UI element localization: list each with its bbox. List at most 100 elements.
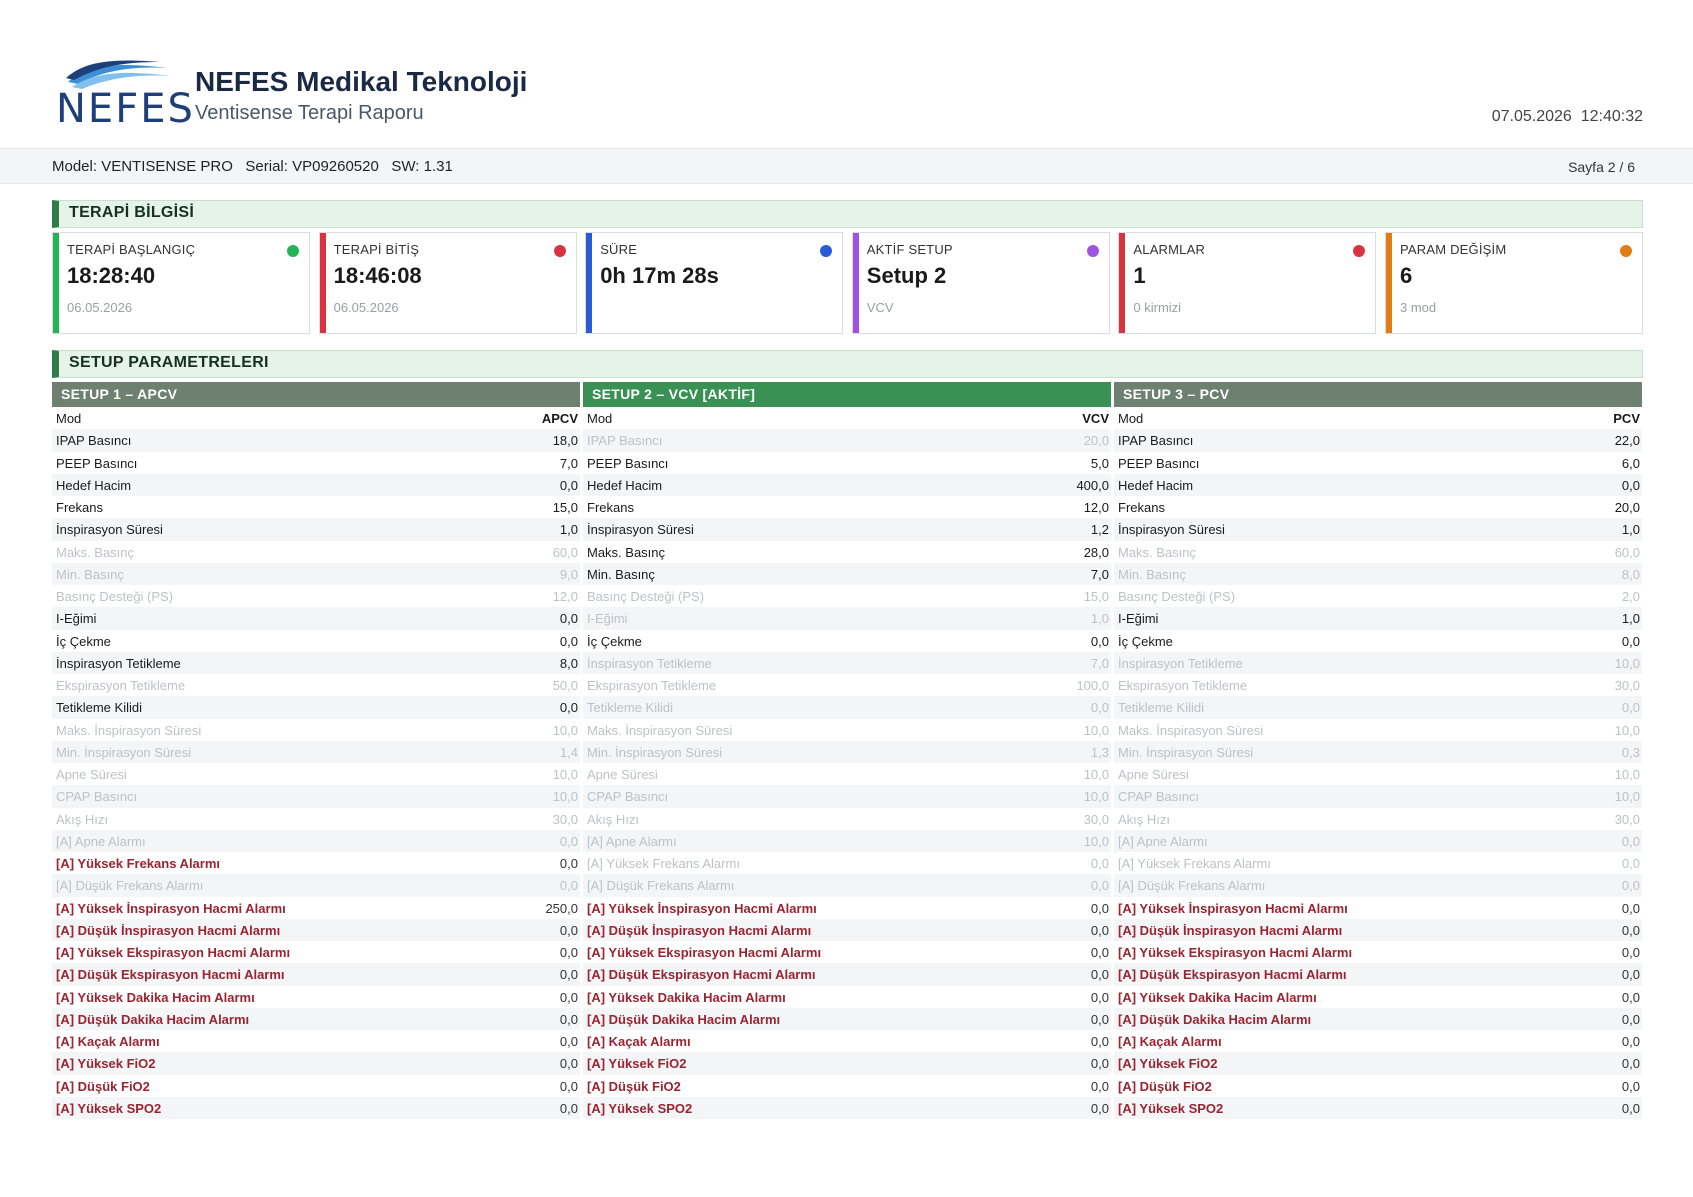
table-row: [A] Kaçak Alarmı 0,0: [1114, 1030, 1642, 1052]
param-name: Maks. Basınç: [1118, 544, 1197, 560]
table-row: [A] Yüksek Ekspirasyon Hacmi Alarmı 0,0: [583, 941, 1111, 963]
table-row: [A] Yüksek İnspirasyon Hacmi Alarmı 0,0: [1114, 897, 1642, 919]
param-value: 0,0: [559, 922, 578, 938]
table-row: [A] Düşük İnspirasyon Hacmi Alarmı 0,0: [52, 918, 580, 941]
param-value: 1,0: [559, 522, 578, 538]
table-row: [A] Yüksek Ekspirasyon Hacmi Alarmı 0,0: [1114, 941, 1642, 963]
param-value: 0,0: [1090, 633, 1109, 649]
table-row: Ekspirasyon Tetikleme 100,0: [583, 674, 1111, 696]
param-value: 0,0: [559, 1100, 578, 1116]
param-name: Min. Basınç: [587, 566, 655, 582]
table-row: [A] Yüksek FiO2 0,0: [583, 1052, 1111, 1075]
param-name: Tetikleme Kilidi: [56, 700, 142, 716]
param-value: 0,0: [559, 633, 578, 649]
param-value: 0,0: [1090, 1011, 1109, 1027]
device-info-bar: Model: VENTISENSE PRO Serial: VP09260520…: [0, 148, 1693, 184]
logo-wordmark: NEFES: [56, 86, 195, 132]
param-name: Mod: [587, 411, 613, 426]
param-value: 0,0: [559, 700, 578, 716]
page-number: Sayfa 2 / 6: [1568, 159, 1635, 175]
table-row: [A] Düşük Frekans Alarmı 0,0: [52, 874, 580, 897]
table-row: [A] Yüksek Dakika Hacim Alarmı 0,0: [1114, 986, 1642, 1008]
device-model: Model: VENTISENSE PRO: [52, 158, 233, 175]
card-sub: VCV: [866, 300, 894, 315]
param-value: 2,0: [1621, 589, 1640, 604]
param-name: IPAP Basıncı: [56, 433, 132, 449]
param-name: [A] Yüksek İnspirasyon Hacmi Alarmı: [1118, 900, 1348, 916]
device-info: Model: VENTISENSE PRO Serial: VP09260520…: [52, 158, 453, 175]
card-label: AKTİF SETUP: [866, 242, 953, 257]
param-name: [A] Yüksek FiO2: [56, 1056, 156, 1072]
table-row: [A] Yüksek Dakika Hacim Alarmı 0,0: [583, 986, 1111, 1008]
status-dot-icon: [1620, 245, 1632, 257]
setup-table: SETUP 1 – APCV Mod APCV IPAP Basıncı 18,0 PEE…: [52, 382, 580, 1119]
card-value: 0h 17m 28s: [600, 263, 719, 288]
table-row: Min. Basınç 8,0: [1114, 562, 1642, 585]
param-value: 1,0: [1621, 522, 1640, 538]
param-value: 12,0: [1083, 500, 1109, 515]
param-name: [A] Yüksek Frekans Alarmı: [1118, 856, 1271, 871]
param-value: 30,0: [1083, 811, 1109, 827]
setup-table: SETUP 3 – PCV Mod PCV IPAP Basıncı 22,0 PEEP …: [1114, 382, 1642, 1119]
table-row: [A] Düşük Frekans Alarmı 0,0: [1114, 874, 1642, 897]
param-name: [A] Yüksek Dakika Hacim Alarmı: [587, 989, 786, 1005]
param-value: 10,0: [1083, 833, 1109, 849]
table-row: [A] Düşük Dakika Hacim Alarmı 0,0: [52, 1007, 580, 1030]
param-value: 0,0: [559, 477, 578, 493]
param-name: [A] Düşük FiO2: [587, 1078, 681, 1094]
param-name: I-Eğimi: [587, 611, 628, 627]
param-name: Maks. İnspirasyon Süresi: [1118, 722, 1264, 738]
param-name: Frekans: [587, 500, 634, 515]
stat-card: AKTİF SETUP Setup 2 VCV: [851, 232, 1110, 334]
param-name: Basınç Desteği (PS): [1118, 589, 1236, 604]
table-row: [A] Düşük İnspirasyon Hacmi Alarmı 0,0: [1114, 918, 1642, 941]
table-row: PEEP Basıncı 5,0: [583, 452, 1111, 474]
param-name: [A] Düşük Ekspirasyon Hacmi Alarmı: [1118, 967, 1347, 983]
table-row: [A] Yüksek SPO2 0,0: [1114, 1096, 1642, 1119]
report-title: Ventisense Terapi Raporu: [195, 102, 424, 124]
param-name: Maks. İnspirasyon Süresi: [587, 722, 733, 738]
param-value: 5,0: [1090, 455, 1109, 471]
param-name: Mod: [56, 411, 82, 426]
status-dot-icon: [1086, 245, 1099, 257]
param-name: [A] Düşük İnspirasyon Hacmi Alarmı: [1118, 922, 1343, 938]
table-row: I-Eğimi 1,0: [1114, 607, 1642, 630]
param-value: 250,0: [545, 900, 578, 916]
param-name: [A] Kaçak Alarmı: [587, 1034, 691, 1049]
param-value: 20,0: [1083, 433, 1109, 449]
param-value: 10,0: [552, 767, 578, 782]
table-row: IPAP Basıncı 18,0: [52, 429, 580, 452]
param-name: Hedef Hacim: [56, 477, 132, 493]
param-value: 20,0: [1614, 500, 1640, 515]
param-value: 10,0: [1614, 789, 1640, 805]
stat-card: SÜRE 0h 17m 28s: [585, 232, 844, 334]
table-row: [A] Düşük Dakika Hacim Alarmı 0,0: [1114, 1007, 1642, 1030]
table-row: Tetikleme Kilidi 0,0: [583, 696, 1111, 719]
table-row: [A] Düşük FiO2 0,0: [52, 1075, 580, 1097]
table-row: CPAP Basıncı 10,0: [1114, 785, 1642, 808]
param-name: I-Eğimi: [1118, 611, 1159, 627]
param-value: 0,0: [1090, 900, 1109, 916]
param-value: 0,0: [1621, 878, 1640, 894]
param-value: 10,0: [552, 789, 578, 805]
table-row: İnspirasyon Süresi 1,0: [52, 518, 580, 541]
param-value: 0,0: [1621, 833, 1640, 849]
param-name: [A] Yüksek Frekans Alarmı: [587, 856, 740, 871]
param-name: İnspirasyon Süresi: [587, 522, 694, 538]
table-row: Akış Hızı 30,0: [52, 808, 580, 830]
card-value: 1: [1133, 263, 1146, 288]
param-value: 0,0: [1621, 1056, 1640, 1072]
param-name: Hedef Hacim: [587, 477, 663, 493]
param-name: [A] Düşük Ekspirasyon Hacmi Alarmı: [56, 967, 285, 983]
param-value: 0,0: [1621, 922, 1640, 938]
param-name: Ekspirasyon Tetikleme: [56, 678, 186, 693]
table-row: [A] Yüksek SPO2 0,0: [583, 1096, 1111, 1119]
section-setup-params: SETUP PARAMETRELERI: [52, 350, 1643, 378]
table-row: Apne Süresi 10,0: [583, 763, 1111, 785]
table-row: Maks. Basınç 28,0: [583, 541, 1111, 563]
card-value: Setup 2: [866, 263, 947, 288]
table-row: Ekspirasyon Tetikleme 50,0: [52, 674, 580, 696]
param-value: 10,0: [1614, 655, 1640, 671]
param-name: Maks. Basınç: [56, 544, 135, 560]
param-value: PCV: [1613, 411, 1640, 426]
